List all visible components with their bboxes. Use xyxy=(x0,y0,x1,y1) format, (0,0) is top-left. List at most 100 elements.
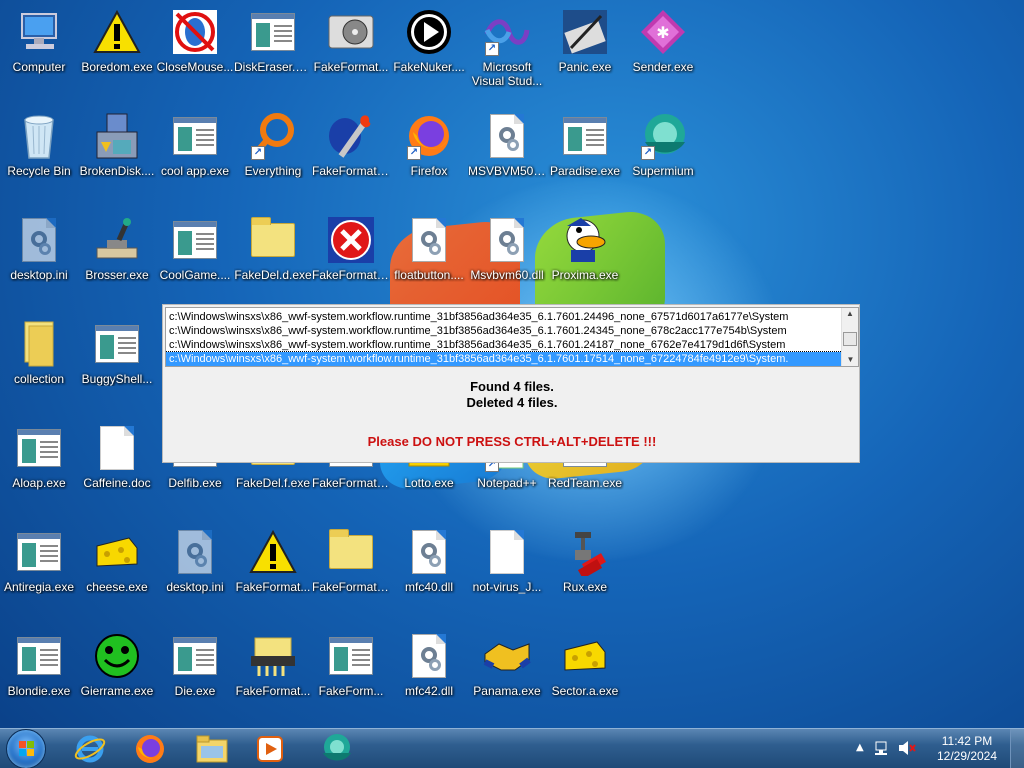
taskbar-file-explorer[interactable] xyxy=(188,731,236,767)
desktop-icon-diskeraser[interactable]: DiskEraser.exe xyxy=(234,4,312,104)
media-player-icon xyxy=(257,736,283,762)
icon-label: desktop.ini xyxy=(10,268,68,282)
taskbar: ▲ 11:42 PM 12/29/2024 xyxy=(0,728,1024,768)
file-list-item[interactable]: c:\Windows\winsxs\x86_wwf-system.workflo… xyxy=(166,338,842,352)
desktop-icon-cheese[interactable]: cheese.exe xyxy=(78,524,156,624)
desktop-icon-recycle-bin[interactable]: Recycle Bin xyxy=(0,108,78,208)
desktop-icon-everything[interactable]: ↗ Everything xyxy=(234,108,312,208)
desktop-icon-panama[interactable]: Panama.exe xyxy=(468,628,546,728)
show-desktop-button[interactable] xyxy=(1010,729,1024,768)
desktop-icon-fakeformat-7[interactable]: FakeFormat... xyxy=(234,628,312,728)
sender-icon: ✱ xyxy=(639,8,687,56)
desktop-icon-gierrame[interactable]: Gierrame.exe xyxy=(78,628,156,728)
desktop-icon-sector-a[interactable]: Sector.a.exe xyxy=(546,628,624,728)
desktop-icon-desktop-ini-1[interactable]: desktop.ini xyxy=(0,212,78,312)
document-icon xyxy=(483,528,531,576)
desktop-icon-buggyshell[interactable]: BuggyShell... xyxy=(78,316,156,416)
icon-label: FakeFormat... xyxy=(235,580,311,594)
scroll-up-arrow-icon[interactable]: ▲ xyxy=(842,308,858,320)
file-list-item-selected[interactable]: c:\Windows\winsxs\x86_wwf-system.workflo… xyxy=(166,351,843,366)
icon-label: Brosser.exe xyxy=(85,268,149,282)
desktop-icon-collection[interactable]: collection xyxy=(0,316,78,416)
app-window-icon xyxy=(15,424,63,472)
desktop-icon-panic[interactable]: Panic.exe xyxy=(546,4,624,104)
show-hidden-icons-icon[interactable]: ▲ xyxy=(856,742,864,753)
network-icon[interactable] xyxy=(874,740,890,756)
handshake-icon xyxy=(483,632,531,680)
icon-label: Notepad++ xyxy=(477,476,537,490)
icon-label: Everything xyxy=(244,164,302,178)
desktop-icon-closemouse[interactable]: CloseMouse... xyxy=(156,4,234,104)
desktop-icon-brokendisk[interactable]: BrokenDisk.... xyxy=(78,108,156,208)
desktop-icon-visual-studio[interactable]: ↗ Microsoft Visual Stud... xyxy=(468,4,546,104)
desktop-icon-fakedel-d[interactable]: FakeDel.d.exe xyxy=(234,212,312,312)
desktop-icon-die[interactable]: Die.exe xyxy=(156,628,234,728)
desktop-icon-rux[interactable]: Rux.exe xyxy=(546,524,624,624)
desktop-icon-sender[interactable]: ✱ Sender.exe xyxy=(624,4,702,104)
vertical-scrollbar[interactable]: ▲ ▼ xyxy=(841,308,858,366)
desktop-icon-mfc40[interactable]: mfc40.dll xyxy=(390,524,468,624)
desktop-icon-supermium[interactable]: ↗ Supermium xyxy=(624,108,702,208)
desktop-icon-fakeformat-6[interactable]: FakeFormat.... xyxy=(312,524,390,624)
shortcut-arrow-icon: ↗ xyxy=(407,146,421,160)
desktop-icon-paradise[interactable]: Paradise.exe xyxy=(546,108,624,208)
desktop-icon-fakeformat-3[interactable]: FakeFormat.... xyxy=(312,212,390,312)
desktop-icon-coolgame[interactable]: CoolGame.... xyxy=(156,212,234,312)
desktop-icon-floatbutton[interactable]: floatbutton.... xyxy=(390,212,468,312)
internet-explorer-icon xyxy=(74,735,106,763)
desktop-icon-aloap[interactable]: Aloap.exe xyxy=(0,420,78,520)
keyboard-icon xyxy=(561,8,609,56)
start-button[interactable] xyxy=(6,729,46,768)
dll-file-icon xyxy=(483,216,531,264)
desktop-icon-computer[interactable]: Computer xyxy=(0,4,78,104)
duck-icon xyxy=(561,216,609,264)
desktop-icon-desktop-ini-2[interactable]: desktop.ini xyxy=(156,524,234,624)
taskbar-supermium[interactable] xyxy=(312,731,360,767)
desktop-icon-msvbvm60[interactable]: Msvbvm60.dll xyxy=(468,212,546,312)
warning-message: Please DO NOT PRESS CTRL+ALT+DELETE !!! xyxy=(367,434,657,449)
desktop-icon-fakeform[interactable]: FakeForm... xyxy=(312,628,390,728)
scroll-down-arrow-icon[interactable]: ▼ xyxy=(842,354,858,366)
desktop-icon-not-virus[interactable]: not-virus_J... xyxy=(468,524,546,624)
app-window-icon xyxy=(171,112,219,160)
icon-label: Recycle Bin xyxy=(7,164,71,178)
settings-file-icon xyxy=(171,528,219,576)
icon-label: Rux.exe xyxy=(562,580,608,594)
desktop-icon-antiregia[interactable]: Antiregia.exe xyxy=(0,524,78,624)
desktop-icon-proxima[interactable]: Proxima.exe xyxy=(546,212,624,312)
desktop-icon-caffeine[interactable]: Caffeine.doc xyxy=(78,420,156,520)
scroll-thumb[interactable] xyxy=(843,332,857,346)
desktop-icon-mfc42[interactable]: mfc42.dll xyxy=(390,628,468,728)
folder-icon xyxy=(327,528,375,576)
desktop-icon-msvbvm50[interactable]: MSVBVM50.... xyxy=(468,108,546,208)
taskbar-internet-explorer[interactable] xyxy=(66,731,114,767)
svg-text:✱: ✱ xyxy=(656,23,669,42)
icon-label: Sender.exe xyxy=(632,60,694,74)
desktop-icon-fakeformat-5[interactable]: FakeFormat... xyxy=(234,524,312,624)
system-clock[interactable]: 11:42 PM 12/29/2024 xyxy=(932,734,1002,764)
icon-label: Lotto.exe xyxy=(404,476,454,490)
desktop-icon-boredom[interactable]: Boredom.exe xyxy=(78,4,156,104)
deleted-files-list[interactable]: c:\Windows\winsxs\x86_wwf-system.workflo… xyxy=(165,307,859,367)
taskbar-media-player[interactable] xyxy=(246,731,294,767)
icon-label: FakeForm... xyxy=(318,684,384,698)
desktop-icon-cool-app[interactable]: cool app.exe xyxy=(156,108,234,208)
desktop-icon-firefox[interactable]: ↗ Firefox xyxy=(390,108,468,208)
app-window-icon xyxy=(15,632,63,680)
desktop-icon-brosser[interactable]: Brosser.exe xyxy=(78,212,156,312)
desktop-icon-fakenuker[interactable]: FakeNuker.... xyxy=(390,4,468,104)
firefox-icon xyxy=(136,735,164,763)
volume-muted-icon[interactable] xyxy=(898,740,916,756)
icon-label: BrokenDisk.... xyxy=(79,164,155,178)
icon-label: Supermium xyxy=(632,164,694,178)
file-list-item[interactable]: c:\Windows\winsxs\x86_wwf-system.workflo… xyxy=(166,310,842,324)
desktop-icon-fakeformat-2[interactable]: FakeFormat.... xyxy=(312,108,390,208)
desktop-icon-blondie[interactable]: Blondie.exe xyxy=(0,628,78,728)
icon-label: floatbutton.... xyxy=(394,268,464,282)
microscope-icon xyxy=(93,216,141,264)
app-window-icon xyxy=(561,112,609,160)
torch-icon xyxy=(327,112,375,160)
desktop-icon-fakeformat-1[interactable]: FakeFormat... xyxy=(312,4,390,104)
file-list-item[interactable]: c:\Windows\winsxs\x86_wwf-system.workflo… xyxy=(166,324,842,338)
taskbar-firefox[interactable] xyxy=(126,731,174,767)
